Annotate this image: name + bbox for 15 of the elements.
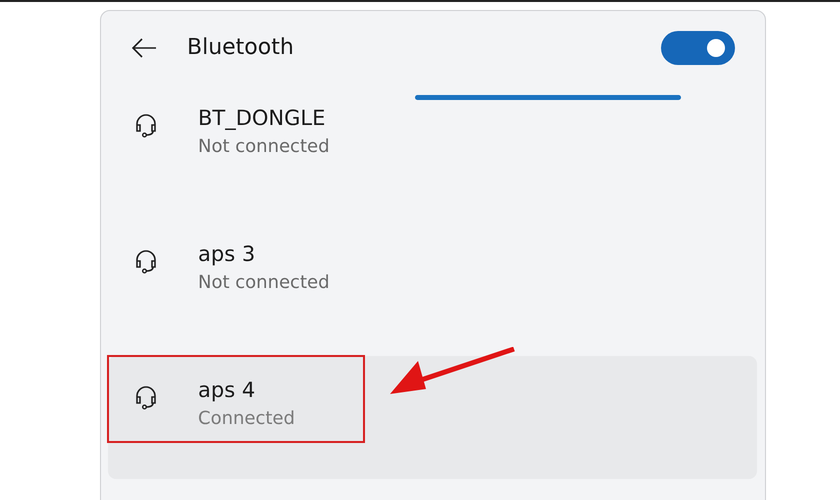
device-status: Connected xyxy=(198,408,295,429)
device-item[interactable]: BT_DONGLE Not connected xyxy=(108,84,757,207)
device-status: Not connected xyxy=(198,272,330,293)
device-item[interactable]: aps 3 Not connected xyxy=(108,220,757,343)
device-item[interactable]: aps 4 Connected xyxy=(108,356,757,479)
device-name: BT_DONGLE xyxy=(198,106,326,130)
headset-icon xyxy=(133,384,159,410)
headset-icon xyxy=(133,248,159,274)
bluetooth-toggle[interactable] xyxy=(661,30,735,64)
headset-icon xyxy=(133,112,159,138)
panel-title: Bluetooth xyxy=(187,35,295,60)
device-name: aps 4 xyxy=(198,378,256,402)
device-name: aps 3 xyxy=(198,242,256,266)
device-status: Not connected xyxy=(198,136,330,157)
back-button[interactable] xyxy=(131,36,157,58)
